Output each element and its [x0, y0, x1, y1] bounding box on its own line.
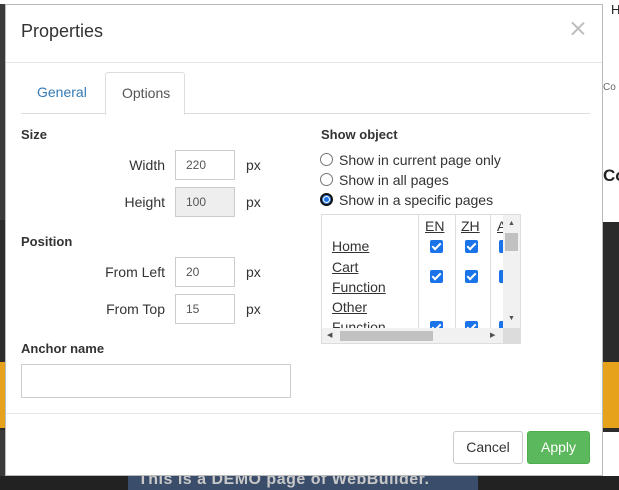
scrollbar-corner [503, 328, 520, 343]
width-input[interactable]: 220 [175, 150, 235, 180]
height-label: Height [124, 194, 165, 210]
tab-general[interactable]: General [21, 72, 103, 114]
close-icon[interactable] [569, 20, 587, 38]
from-top-label: From Top [106, 301, 165, 317]
scroll-down-icon[interactable]: ▼ [508, 315, 515, 323]
checkbox-home-en[interactable] [430, 240, 443, 253]
column-header-en: EN [425, 218, 445, 234]
from-left-input[interactable]: 20 [175, 257, 235, 287]
checkbox-cart-zh[interactable] [465, 270, 478, 283]
checkbox-cart-en[interactable] [430, 270, 443, 283]
apply-button[interactable]: Apply [527, 431, 590, 464]
properties-dialog: Properties General Options Size Width 22… [5, 4, 603, 476]
page-link-home[interactable]: Home [332, 238, 369, 254]
from-top-input[interactable]: 15 [175, 294, 235, 324]
column-divider [455, 215, 456, 329]
column-divider [418, 215, 419, 329]
radio-label: Show in all pages [339, 172, 449, 188]
height-input[interactable]: 100 [175, 187, 235, 217]
vertical-scroll-thumb[interactable] [505, 233, 518, 251]
anchor-heading: Anchor name [21, 341, 105, 356]
width-unit: px [246, 157, 261, 173]
anchor-name-input[interactable] [21, 364, 291, 398]
background-footer-banner: This is a DEMO page of WebBuilder. [0, 471, 619, 490]
from-left-label: From Left [105, 264, 165, 280]
checkbox-home-zh[interactable] [465, 240, 478, 253]
tab-bar: General Options [21, 72, 590, 115]
radio-label: Show in current page only [339, 152, 501, 168]
background-heading-fragment: Co [603, 166, 619, 185]
dialog-footer: Cancel Apply [6, 413, 602, 475]
radio-button-selected[interactable] [320, 193, 333, 206]
radio-button[interactable] [320, 173, 333, 186]
show-object-heading: Show object [321, 127, 398, 142]
from-left-unit: px [246, 264, 261, 280]
width-label: Width [129, 157, 165, 173]
size-heading: Size [21, 127, 48, 142]
scroll-up-icon[interactable]: ▲ [508, 220, 515, 228]
background-page-right: H Co Co [603, 0, 619, 490]
column-divider [490, 215, 491, 329]
vertical-scrollbar[interactable]: ▲ ▼ [503, 215, 520, 329]
cancel-button[interactable]: Cancel [453, 431, 523, 464]
dialog-title: Properties [21, 21, 104, 41]
page-link-function[interactable]: Function [332, 279, 386, 295]
horizontal-scroll-thumb[interactable] [340, 331, 433, 341]
page-selection-grid: EN ZH A Home Cart Function Other Functio… [321, 214, 521, 344]
column-header-zh: ZH [461, 218, 480, 234]
scroll-left-icon[interactable]: ◀ [327, 332, 332, 340]
scroll-right-icon[interactable]: ▶ [490, 332, 495, 340]
height-unit: px [246, 194, 261, 210]
dialog-header: Properties [6, 5, 602, 63]
position-heading: Position [21, 234, 73, 249]
radio-label: Show in a specific pages [339, 192, 494, 208]
tab-options[interactable]: Options [105, 72, 185, 115]
background-orange-block [603, 362, 619, 428]
page-link-other[interactable]: Other [332, 299, 367, 315]
page-link-cart[interactable]: Cart [332, 259, 358, 275]
background-fragment: Co [603, 82, 616, 93]
background-letter: H [611, 2, 619, 17]
horizontal-scrollbar[interactable]: ◀ ▶ [322, 328, 503, 343]
from-top-unit: px [246, 301, 261, 317]
radio-button[interactable] [320, 153, 333, 166]
